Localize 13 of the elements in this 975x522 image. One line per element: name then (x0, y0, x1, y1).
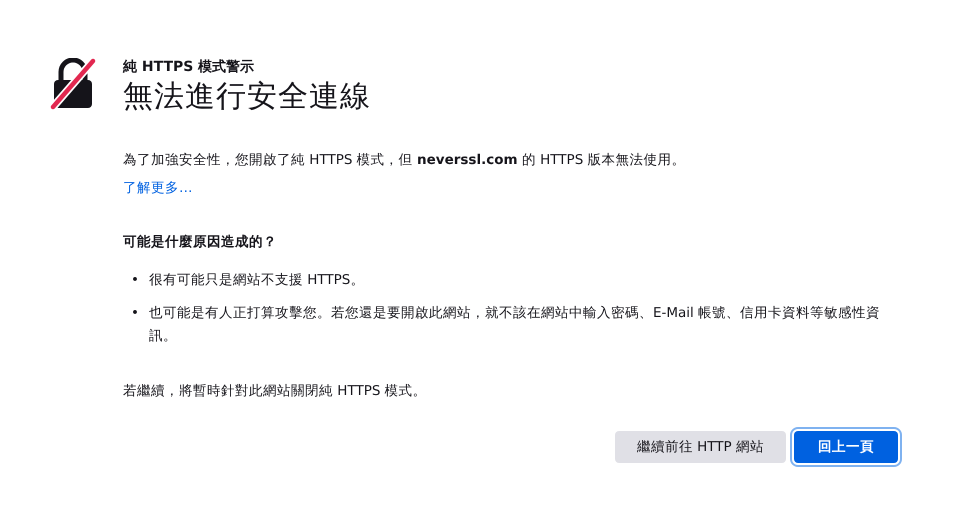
note-text: 若繼續，將暫時針對此網站關閉純 HTTPS 模式。 (123, 382, 428, 401)
reason-item: 很有可能只是網站不支援 HTTPS。 (148, 271, 366, 290)
bullet-mark: • (131, 271, 139, 290)
go-back-button[interactable]: 回上一頁 (794, 431, 898, 463)
page-subtitle: 純 HTTPS 模式警示 (123, 58, 256, 76)
reason-item: 也可能是有人正打算攻擊您。若您還是要開啟此網站，就不該在網站中輸入密碼、E-Mail 帳號、信用卡資料等敏感性資訊。 (148, 304, 882, 346)
intro-text: 為了加強安全性，您開啟了純 HTTPS 模式，但 neverssl.com 的 HTTPS 版本無法使用。 (123, 151, 687, 170)
reasons-heading: 可能是什麼原因造成的？ (123, 233, 278, 252)
page-title: 無法進行安全連線 (123, 78, 372, 116)
bullet-mark: • (131, 304, 139, 323)
broken-lock-icon (50, 58, 96, 110)
learn-more-link[interactable]: 了解更多… (123, 178, 192, 198)
continue-button[interactable]: 繼續前往 HTTP 網站 (614, 431, 786, 463)
